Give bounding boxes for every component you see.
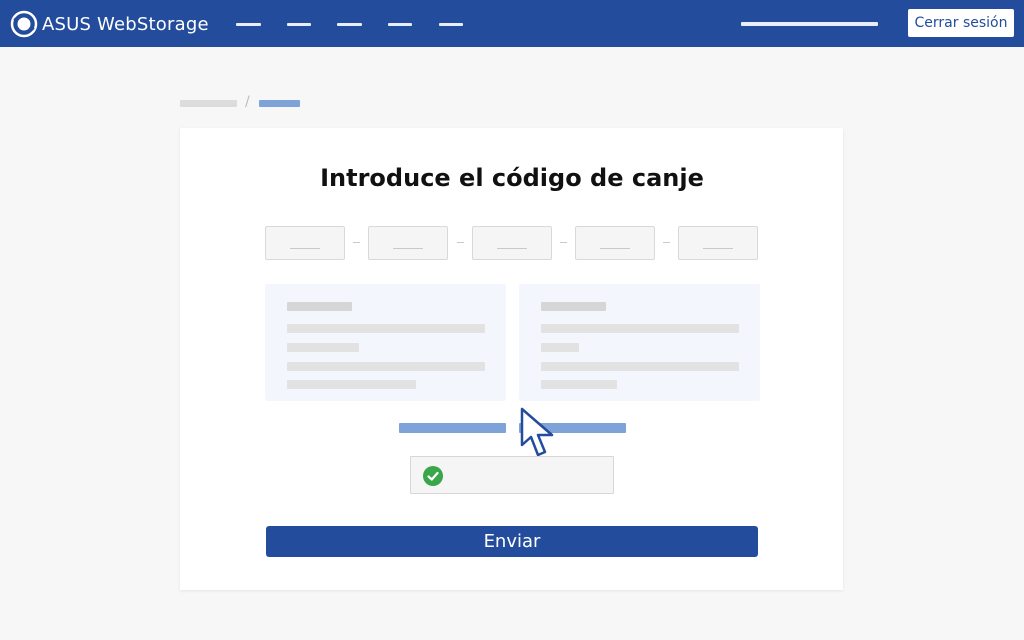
code-input-2[interactable]: [368, 226, 448, 260]
code-separator: [457, 242, 464, 243]
breadcrumb-item-current[interactable]: [259, 100, 300, 107]
asus-logo-icon: [10, 10, 38, 38]
panel-text-line: [541, 362, 739, 371]
breadcrumb-separator: /: [245, 94, 250, 110]
nav-item-3[interactable]: [337, 23, 362, 26]
breadcrumb-item-home[interactable]: [180, 100, 237, 107]
panel-text-line: [541, 324, 739, 333]
verification-checkbox[interactable]: [410, 456, 614, 494]
code-input-5[interactable]: [678, 226, 758, 260]
code-input-1[interactable]: [265, 226, 345, 260]
link-left[interactable]: [399, 423, 506, 433]
code-input-4[interactable]: [575, 226, 655, 260]
panel-text-line: [541, 380, 617, 389]
code-input-3[interactable]: [472, 226, 552, 260]
submit-button[interactable]: Enviar: [266, 526, 758, 557]
check-circle-icon: [423, 466, 443, 486]
page-title: Introduce el código de canje: [320, 164, 704, 192]
panel-text-line: [287, 324, 485, 333]
brand-logo[interactable]: ASUS WebStorage: [10, 10, 209, 38]
nav-item-2[interactable]: [287, 23, 311, 26]
nav-item-4[interactable]: [388, 23, 412, 26]
info-panel-right: [519, 284, 760, 401]
nav-item-1[interactable]: [236, 23, 261, 26]
panel-heading-line: [541, 302, 606, 311]
cursor-icon: [520, 407, 554, 457]
top-bar: ASUS WebStorage Cerrar sesión: [0, 0, 1024, 47]
panel-text-line: [287, 362, 485, 371]
info-panel-left: [265, 284, 506, 401]
logout-button[interactable]: Cerrar sesión: [908, 9, 1014, 37]
user-email-placeholder: [741, 22, 878, 26]
panel-text-line: [287, 343, 359, 352]
panel-text-line: [541, 343, 579, 352]
code-separator: [560, 242, 567, 243]
panel-heading-line: [287, 302, 352, 311]
nav-item-5[interactable]: [439, 23, 463, 26]
code-separator: [663, 242, 670, 243]
code-separator: [353, 242, 360, 243]
app-name: ASUS WebStorage: [42, 13, 209, 35]
panel-text-line: [287, 380, 416, 389]
